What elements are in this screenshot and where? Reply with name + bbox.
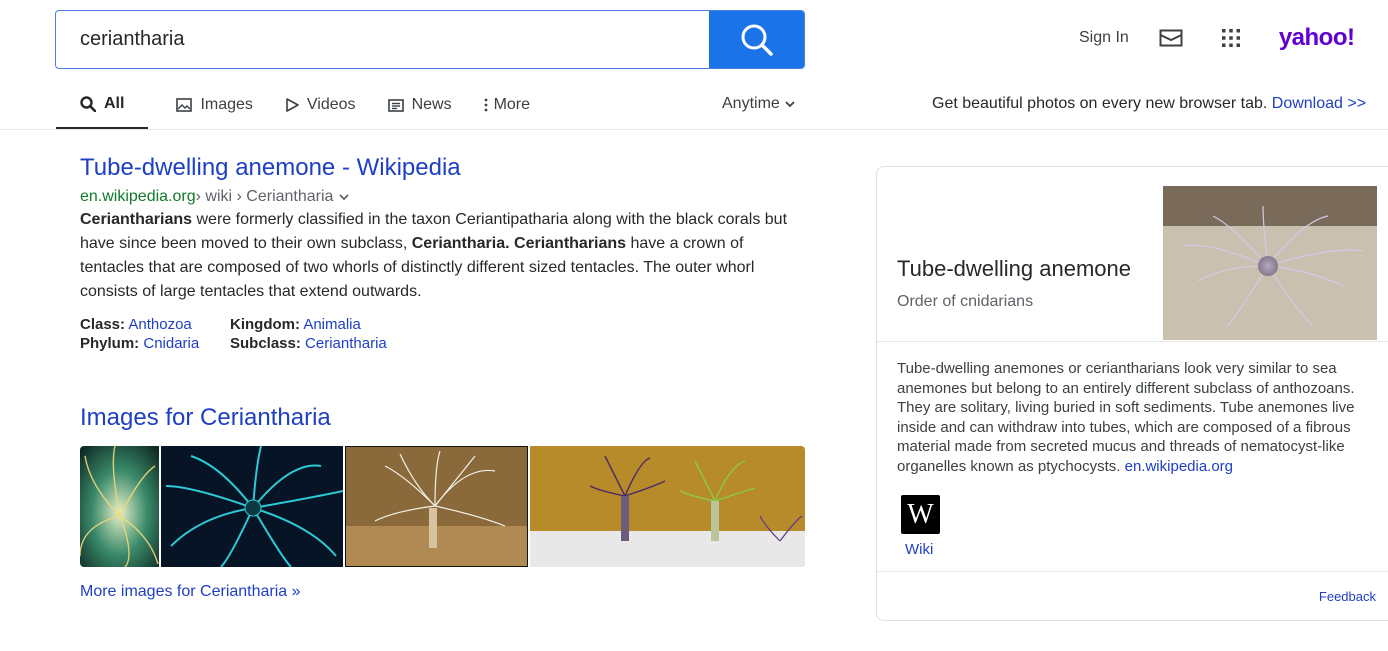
tab-label: More [493, 96, 531, 113]
kp-anemone-image[interactable] [1163, 186, 1377, 340]
images-section-title[interactable]: Images for Ceriantharia [80, 404, 331, 432]
result-snippet: Ceriantharians were formerly classified … [80, 208, 805, 304]
vertical-tabs: All Images Videos News More [56, 88, 530, 130]
anemone-thumbnail-4[interactable] [530, 446, 805, 567]
wiki-link[interactable]: Wiki [905, 541, 933, 558]
chevron-down-icon [785, 101, 795, 108]
snippet-bold: Ceriantharians [514, 235, 627, 252]
fact-value-link[interactable]: Anthozoa [128, 316, 191, 333]
images-strip [80, 446, 805, 567]
snippet-bold: Ceriantharians [80, 211, 193, 228]
fact-value-link[interactable]: Animalia [303, 316, 361, 333]
anemone-thumbnail-3[interactable] [345, 446, 528, 567]
wikipedia-icon[interactable]: W [901, 495, 940, 534]
tab-label: Images [200, 96, 253, 113]
fact-phylum: Phylum: Cnidaria [80, 335, 230, 352]
knowledge-panel: Tube-dwelling anemone Order of cnidarian… [876, 166, 1388, 621]
mail-icon[interactable] [1159, 29, 1183, 47]
fact-subclass: Subclass: Ceriantharia [230, 335, 430, 352]
image-icon [176, 98, 193, 112]
sign-in-link[interactable]: Sign In [1079, 29, 1129, 47]
newspaper-icon [387, 98, 404, 112]
yahoo-logo[interactable]: yahoo! [1279, 24, 1355, 52]
snippet-bold: Ceriantharia. [411, 235, 510, 252]
tab-videos[interactable]: Videos [285, 88, 356, 122]
result-url-path: › wiki › Ceriantharia [195, 188, 334, 205]
result-url: en.wikipedia.org › wiki › Ceriantharia [80, 188, 805, 206]
anemone-thumbnail-2[interactable] [161, 446, 343, 567]
header-right: Sign In yahoo! [1079, 24, 1355, 52]
download-link[interactable]: Download >> [1272, 95, 1366, 112]
search-box [55, 10, 805, 69]
fact-kingdom: Kingdom: Animalia [230, 316, 430, 333]
header-divider [0, 129, 1388, 130]
anemone-thumbnail-1[interactable] [80, 446, 159, 567]
result-url-domain[interactable]: en.wikipedia.org [80, 188, 196, 206]
fact-key: Kingdom: [230, 316, 300, 333]
kp-separator [877, 571, 1388, 572]
tab-news[interactable]: News [387, 88, 452, 122]
chevron-down-icon[interactable] [337, 192, 351, 202]
search-result: Tube-dwelling anemone - Wikipedia en.wik… [80, 154, 805, 352]
promo-banner: Get beautiful photos on every new browse… [932, 95, 1366, 113]
feedback-link[interactable]: Feedback [1319, 589, 1376, 604]
more-vertical-icon [484, 98, 488, 112]
kp-source-link[interactable]: en.wikipedia.org [1125, 458, 1233, 475]
promo-text: Get beautiful photos on every new browse… [932, 95, 1268, 112]
fact-key: Phylum: [80, 335, 140, 352]
kp-description: Tube-dwelling anemones or ceriantharians… [897, 359, 1377, 477]
fact-key: Subclass: [230, 335, 301, 352]
search-icon [741, 24, 773, 56]
search-icon [80, 95, 96, 112]
fact-value-link[interactable]: Cnidaria [143, 335, 199, 352]
kp-title: Tube-dwelling anemone [897, 256, 1131, 281]
tab-label: News [411, 96, 452, 113]
kp-separator [877, 341, 1388, 342]
result-title-link[interactable]: Tube-dwelling anemone - Wikipedia [80, 154, 805, 182]
apps-grid-icon[interactable] [1221, 28, 1241, 48]
time-filter-label: Anytime [722, 95, 780, 112]
search-input[interactable] [56, 11, 709, 68]
more-images-link[interactable]: More images for Ceriantharia » [80, 583, 301, 601]
tab-images[interactable]: Images [176, 88, 253, 122]
fact-value-link[interactable]: Ceriantharia [305, 335, 387, 352]
fact-class: Class: Anthozoa [80, 316, 230, 333]
search-button[interactable] [709, 11, 804, 68]
tab-more[interactable]: More [484, 88, 530, 122]
wikipedia-letter: W [907, 498, 934, 530]
tab-all[interactable]: All [56, 88, 149, 130]
fact-key: Class: [80, 316, 126, 333]
tab-label: Videos [306, 96, 356, 113]
kp-subtitle: Order of cnidarians [897, 293, 1034, 310]
result-facts: Class: Anthozoa Kingdom: Animalia Phylum… [80, 316, 805, 352]
play-icon [285, 98, 299, 112]
tab-label: All [104, 94, 125, 112]
time-filter-dropdown[interactable]: Anytime [722, 95, 796, 113]
